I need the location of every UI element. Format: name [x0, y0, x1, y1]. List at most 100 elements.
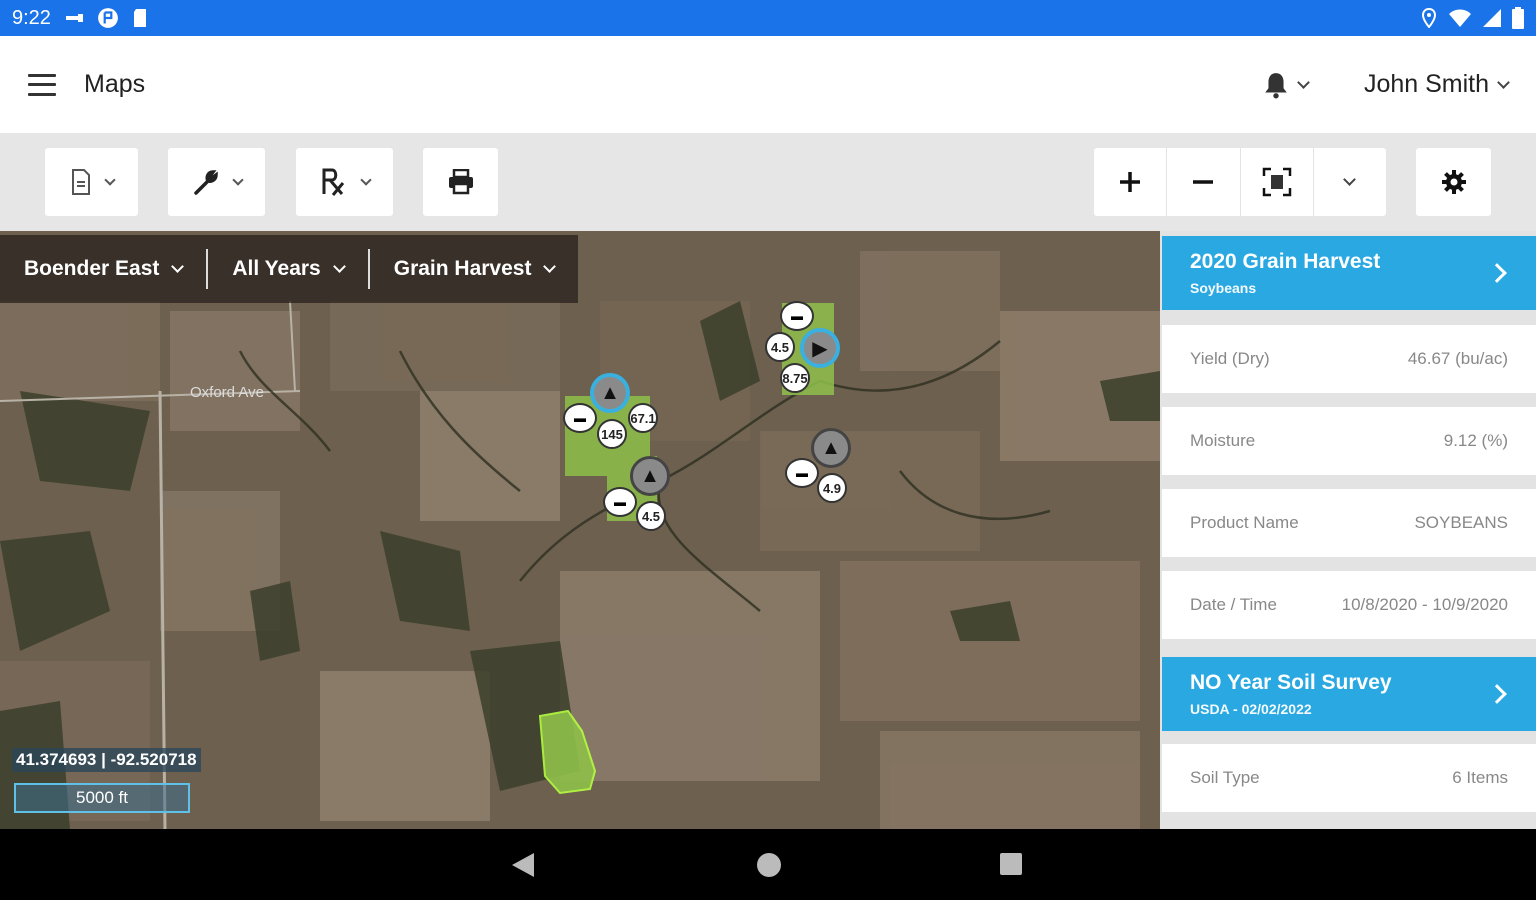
location-icon [1421, 8, 1437, 28]
layer-info-panel: 2020 Grain Harvest Soybeans Yield (Dry) … [1160, 231, 1536, 829]
satellite-imagery [0, 231, 1160, 829]
arrow-up-icon: ▲ [640, 464, 660, 487]
chevron-down-icon [1297, 75, 1310, 89]
road-label: Oxford Ave [190, 384, 264, 401]
prescription-icon [322, 168, 344, 196]
sd-card-icon [133, 9, 146, 27]
year-filter[interactable]: All Years [208, 235, 367, 303]
zoom-in-icon [1120, 172, 1141, 192]
arrow-up-icon: ▲ [600, 381, 620, 404]
wifi-icon [1449, 9, 1471, 27]
info-row-yield: Yield (Dry) 46.67 (bu/ac) [1162, 325, 1536, 393]
zoom-controls [1094, 148, 1386, 216]
page-title: Maps [84, 70, 146, 98]
combine-icon: ▬ [791, 309, 803, 323]
combine-marker[interactable]: ▬ [785, 458, 819, 488]
combine-icon: ▬ [614, 495, 626, 509]
farm-filter-label: Boender East [24, 257, 160, 280]
zoom-out-button[interactable] [1167, 148, 1241, 216]
row-label: Moisture [1190, 431, 1256, 450]
row-label: Yield (Dry) [1190, 349, 1270, 368]
arrow-right-icon: ▶ [812, 337, 828, 360]
farm-filter[interactable]: Boender East [0, 235, 206, 303]
map-toolbar [0, 133, 1536, 231]
direction-marker[interactable]: ▲ [811, 428, 851, 468]
yield-marker[interactable]: 145 [597, 419, 627, 449]
signal-icon [1483, 9, 1501, 27]
system-nav-bar [0, 829, 1536, 900]
direction-marker-selected[interactable]: ▶ [800, 328, 840, 368]
yield-marker[interactable]: 4.9 [817, 473, 847, 503]
user-menu[interactable]: John Smith [1364, 70, 1510, 99]
info-row-datetime: Date / Time 10/8/2020 - 10/9/2020 [1162, 571, 1536, 639]
row-value: 10/8/2020 - 10/9/2020 [1341, 595, 1508, 614]
row-value: 9.12 (%) [1443, 431, 1508, 450]
chevron-down-icon [103, 173, 116, 186]
chevron-down-icon [359, 173, 372, 186]
battery-icon [1512, 7, 1524, 29]
chevron-down-icon [1343, 173, 1357, 186]
row-value: 46.67 (bu/ac) [1407, 349, 1508, 368]
gear-icon [1441, 170, 1466, 194]
zoom-in-button[interactable] [1094, 148, 1168, 216]
fit-extent-icon [1262, 167, 1291, 197]
map-filter-bar: Boender East All Years Grain Harvest [0, 235, 579, 303]
combine-marker[interactable]: ▬ [603, 487, 637, 517]
yield-marker[interactable]: 67.1 [628, 403, 658, 433]
bell-icon [1265, 72, 1287, 98]
layers-document-button[interactable] [45, 148, 138, 216]
fit-extent-button[interactable] [1241, 148, 1314, 216]
notifications-button[interactable] [1263, 71, 1310, 99]
combine-marker[interactable]: ▬ [780, 301, 814, 331]
yield-marker[interactable]: 4.5 [636, 501, 666, 531]
arrow-up-icon: ▲ [821, 436, 841, 459]
status-bar: 9:22 [0, 0, 1536, 36]
direction-marker[interactable]: ▲ [630, 456, 670, 496]
usb-icon [65, 14, 83, 22]
tools-button[interactable] [168, 148, 265, 216]
home-icon[interactable] [757, 853, 781, 877]
yield-marker[interactable]: 4.5 [765, 332, 795, 362]
info-row-product: Product Name SOYBEANS [1162, 489, 1536, 557]
chevron-down-icon [543, 260, 557, 273]
prescription-button[interactable] [296, 148, 393, 216]
row-value: SOYBEANS [1414, 513, 1508, 532]
chevron-down-icon [1497, 75, 1510, 89]
info-row-moisture: Moisture 9.12 (%) [1162, 407, 1536, 475]
back-icon[interactable] [512, 853, 534, 877]
zoom-more-button[interactable] [1314, 148, 1386, 216]
direction-marker-selected[interactable]: ▲ [590, 373, 630, 413]
row-label: Product Name [1190, 513, 1299, 532]
clock: 9:22 [12, 6, 51, 29]
yield-marker[interactable]: 8.75 [780, 363, 810, 393]
layer-filter[interactable]: Grain Harvest [370, 235, 579, 303]
card-subtitle: USDA - 02/02/2022 [1190, 701, 1312, 717]
print-icon [448, 169, 473, 195]
row-value: 6 Items [1452, 768, 1508, 787]
combine-icon: ▬ [574, 411, 586, 425]
print-button[interactable] [423, 148, 498, 216]
card-title: 2020 Grain Harvest [1190, 250, 1381, 273]
combine-icon: ▬ [796, 466, 808, 480]
scale-bar: 5000 ft [14, 783, 190, 813]
card-subtitle: Soybeans [1190, 280, 1257, 296]
app-bar: Maps John Smith [0, 36, 1536, 133]
zoom-out-icon [1193, 180, 1214, 184]
grain-harvest-card-header[interactable]: 2020 Grain Harvest Soybeans [1162, 236, 1536, 310]
year-filter-label: All Years [232, 257, 321, 280]
row-label: Soil Type [1190, 768, 1260, 787]
layer-filter-label: Grain Harvest [393, 257, 532, 280]
hamburger-menu-icon[interactable] [28, 73, 56, 96]
wrench-icon [193, 170, 218, 195]
soil-survey-card-header[interactable]: NO Year Soil Survey USDA - 02/02/2022 [1162, 657, 1536, 731]
map-view[interactable]: Boender East All Years Grain Harvest Oxf… [0, 231, 1160, 829]
card-title: NO Year Soil Survey [1190, 671, 1392, 694]
recent-apps-icon[interactable] [1000, 853, 1022, 875]
document-icon [71, 169, 90, 195]
info-row-soil-type: Soil Type 6 Items [1162, 744, 1536, 812]
chevron-down-icon [231, 173, 244, 186]
row-label: Date / Time [1190, 595, 1277, 614]
chevron-down-icon [171, 260, 185, 273]
combine-marker[interactable]: ▬ [563, 403, 597, 433]
settings-button[interactable] [1416, 148, 1491, 216]
